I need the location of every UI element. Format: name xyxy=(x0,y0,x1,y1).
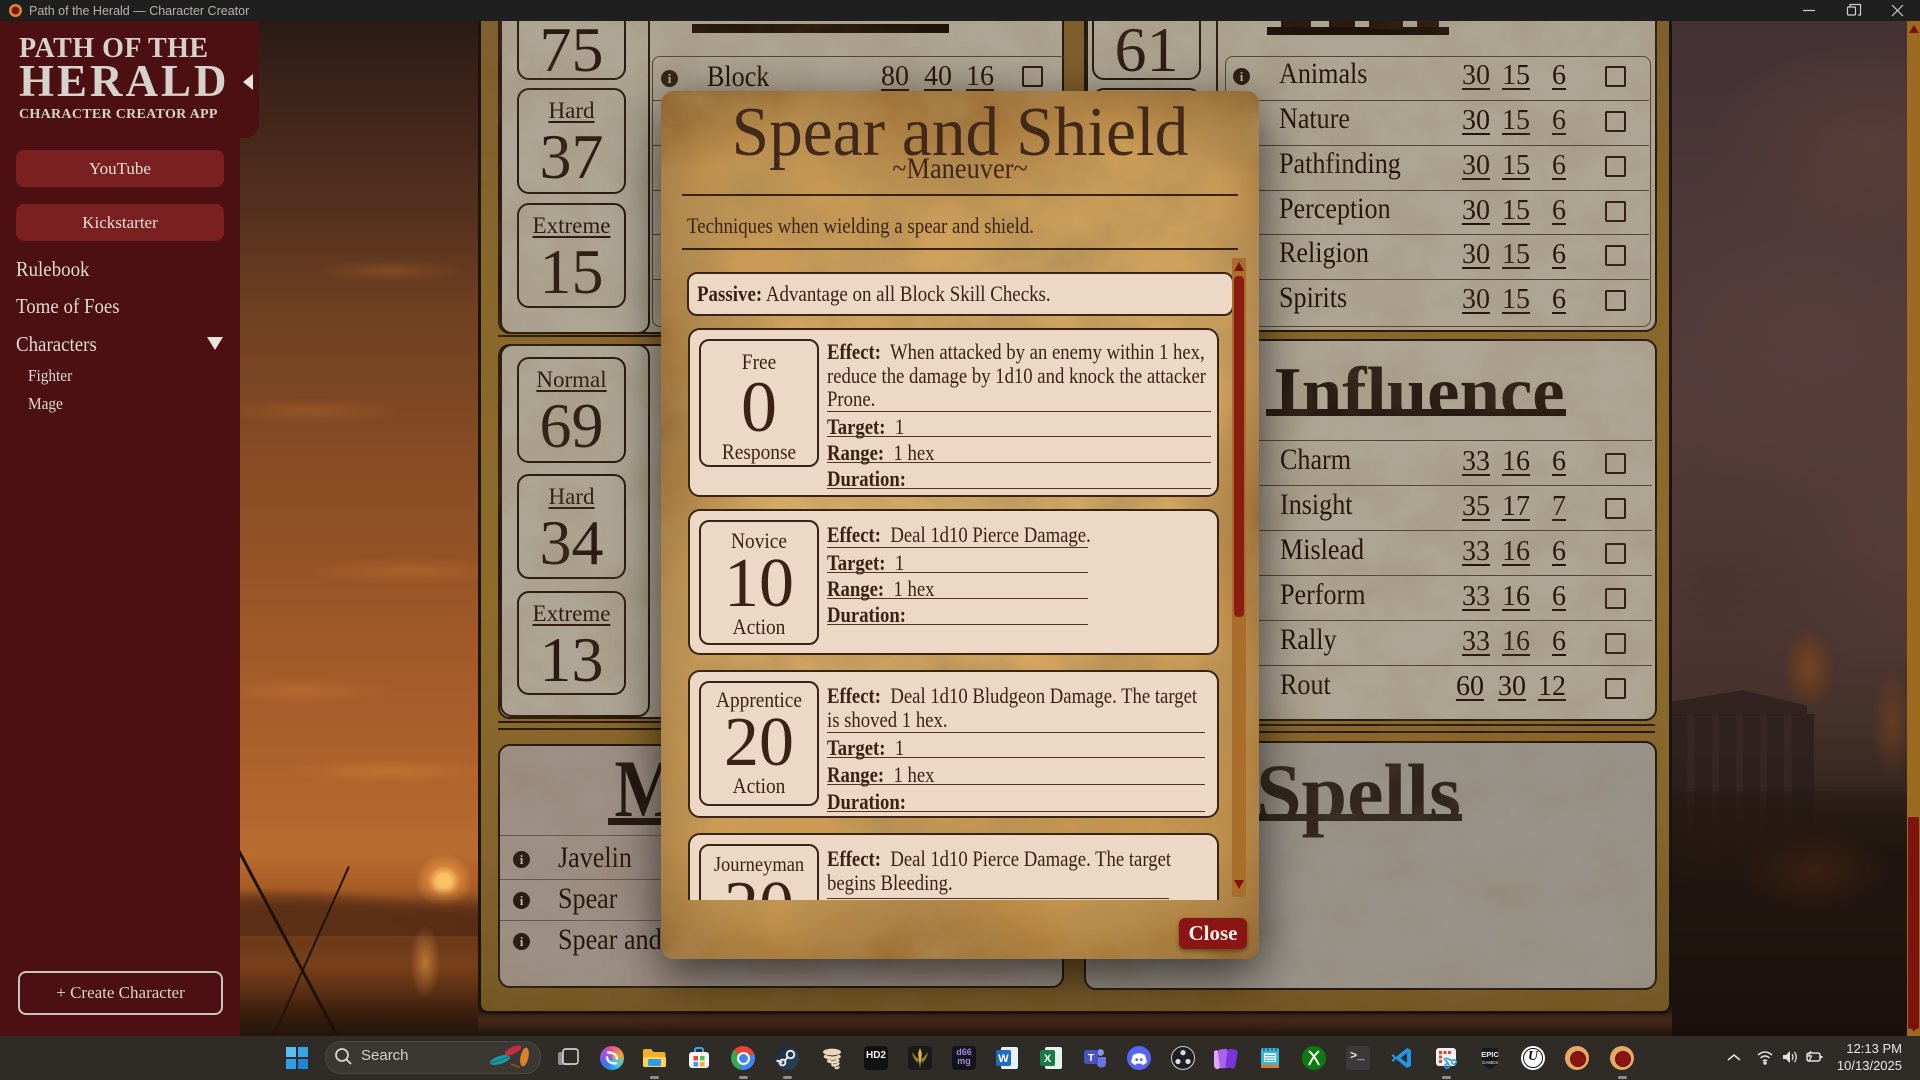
svg-text:T: T xyxy=(1088,1052,1095,1064)
svg-text:EPIC: EPIC xyxy=(1481,1050,1499,1059)
svg-text:W: W xyxy=(998,1053,1009,1065)
svg-text:X: X xyxy=(1044,1053,1052,1065)
svg-text:GAMES: GAMES xyxy=(1482,1060,1498,1065)
